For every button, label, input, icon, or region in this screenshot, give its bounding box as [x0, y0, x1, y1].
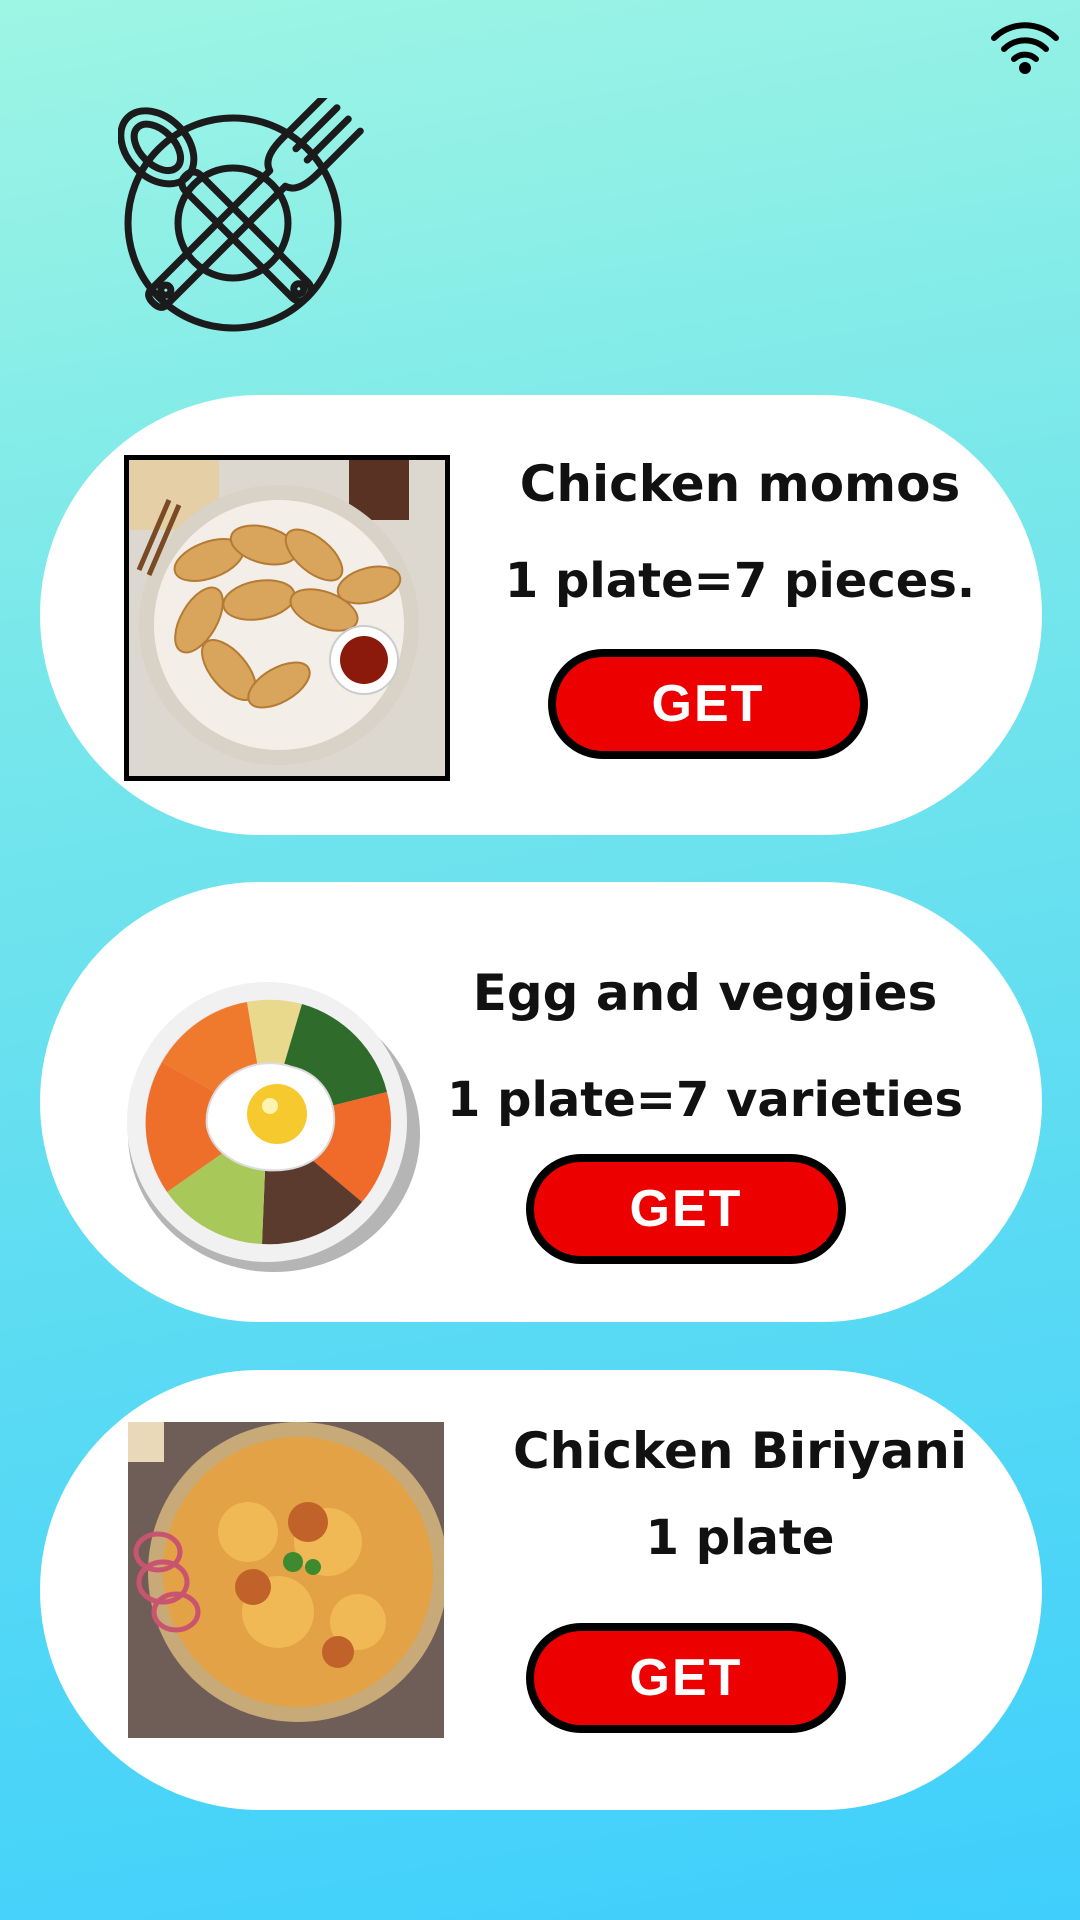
- menu-card-momos: Chicken momos 1 plate=7 pieces. GET: [40, 395, 1042, 835]
- item-detail: 1 plate: [645, 1510, 835, 1566]
- item-name: Egg and veggies: [472, 964, 938, 1022]
- item-name: Chicken momos: [519, 455, 961, 513]
- biriyani-photo: [128, 1422, 444, 1738]
- momos-photo: [124, 455, 450, 781]
- get-button[interactable]: GET: [526, 1154, 846, 1264]
- plate-fork-spoon-icon: [118, 98, 364, 332]
- menu-card-biriyani: Chicken Biriyani 1 plate GET: [40, 1370, 1042, 1810]
- item-detail: 1 plate=7 pieces.: [504, 553, 976, 609]
- item-detail: 1 plate=7 varieties: [446, 1072, 964, 1128]
- item-name: Chicken Biriyani: [512, 1422, 967, 1480]
- menu-card-egg-veggies: Egg and veggies 1 plate=7 varieties GET: [40, 882, 1042, 1322]
- get-button[interactable]: GET: [548, 649, 868, 759]
- get-button[interactable]: GET: [526, 1623, 846, 1733]
- wifi-icon: [991, 22, 1059, 74]
- bibimbap-illustration: [122, 972, 422, 1272]
